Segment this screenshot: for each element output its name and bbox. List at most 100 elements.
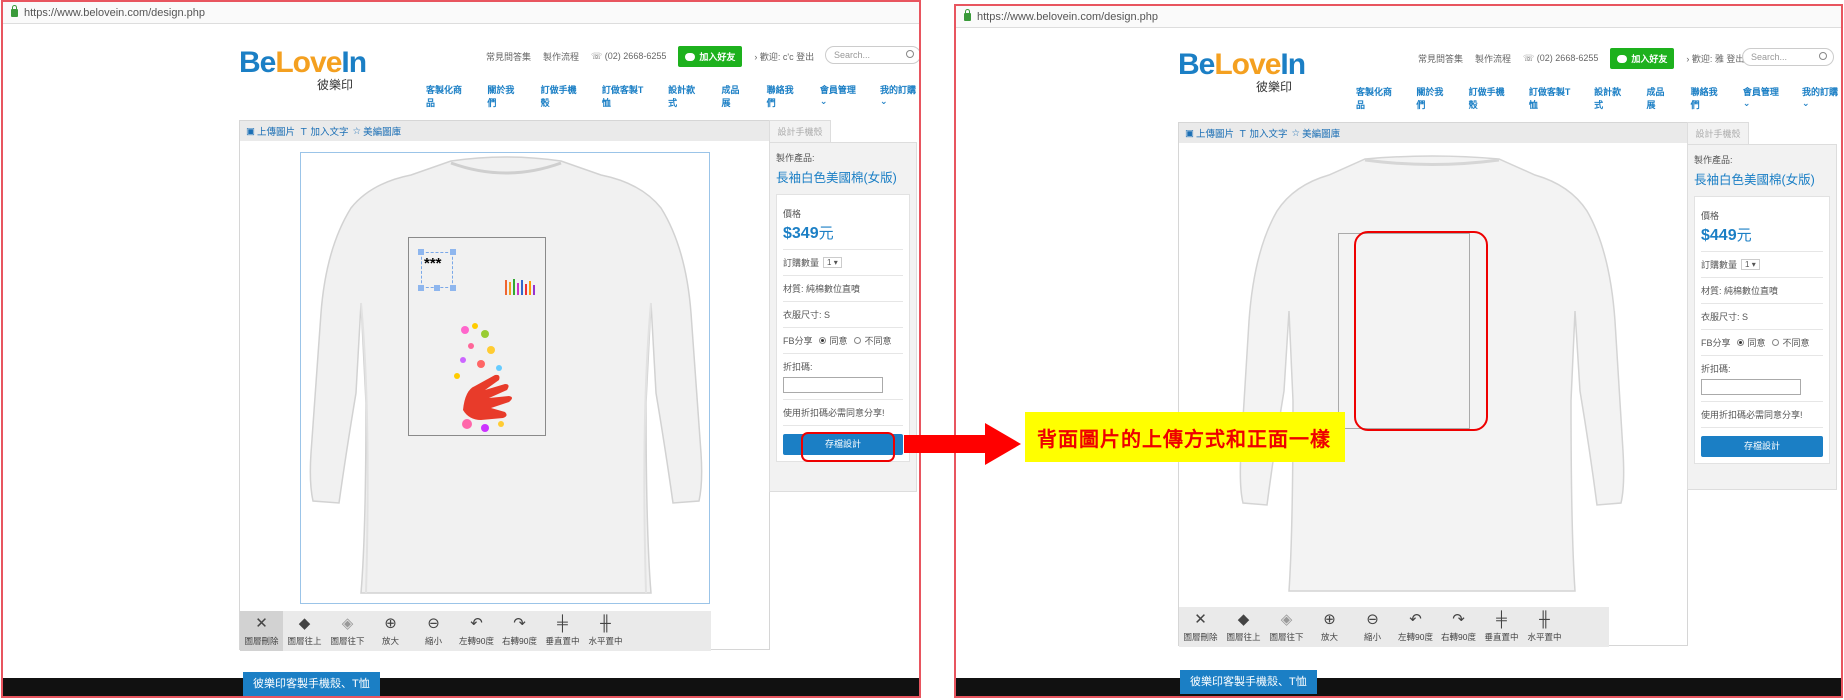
line-add-friend-button[interactable]: 加入好友 xyxy=(1610,48,1675,69)
zoom-in-button[interactable]: ⊕ 放大 xyxy=(369,611,412,651)
quantity-row: 訂購數量 1 ▾ xyxy=(783,250,903,276)
quantity-select[interactable]: 1 ▾ xyxy=(1741,259,1760,270)
fb-agree-radio[interactable] xyxy=(1736,339,1744,346)
close-icon: ✕ xyxy=(255,614,268,632)
vertical-center-button[interactable]: ╪ 垂直置中 xyxy=(1480,607,1523,647)
faq-link[interactable]: 常見問答集 xyxy=(1418,52,1463,65)
address-bar[interactable]: https://www.belovein.com/design.php xyxy=(956,6,1841,28)
highlight-back-print-area xyxy=(1354,231,1488,431)
annotation-arrow-icon xyxy=(985,423,1021,465)
line-icon xyxy=(1617,54,1628,63)
rotate-left-icon: ↶ xyxy=(1409,610,1422,628)
design-canvas[interactable]: *** xyxy=(300,152,710,604)
quantity-row: 訂購數量 1 ▾ xyxy=(1701,252,1823,278)
horizontal-center-button[interactable]: ╫ 水平置中 xyxy=(584,611,627,651)
nav-item[interactable]: 訂做手機殼 xyxy=(1469,85,1509,111)
layer-up-icon: ◆ xyxy=(1237,610,1250,628)
process-link[interactable]: 製作流程 xyxy=(543,50,579,63)
nav-item[interactable]: 聯絡我們 xyxy=(767,83,799,109)
colorful-marks-image xyxy=(505,279,535,295)
fb-share-row: FB分享 同意 不同意 xyxy=(1701,330,1823,356)
add-text-button[interactable]: Ｔ 加入文字 xyxy=(299,124,349,138)
coupon-input[interactable] xyxy=(783,377,883,393)
layer-up-button[interactable]: ◆ 圖層往上 xyxy=(283,611,326,651)
process-link[interactable]: 製作流程 xyxy=(1475,52,1511,65)
nav-item[interactable]: 客製化商品 xyxy=(1356,85,1396,111)
nav-item[interactable]: 關於我們 xyxy=(1416,85,1448,111)
footer-tag[interactable]: 彼樂印客製手機殼、T恤 xyxy=(1180,670,1317,694)
zoom-out-button[interactable]: ⊖ 縮小 xyxy=(412,611,455,651)
image-icon: ▣ xyxy=(1185,127,1194,139)
add-text-button[interactable]: Ｔ 加入文字 xyxy=(1238,126,1288,140)
nav-item[interactable]: 訂做手機殼 xyxy=(541,83,581,109)
footer-tag[interactable]: 彼樂印客製手機殼、T恤 xyxy=(243,672,380,696)
price-value: $449元 xyxy=(1701,227,1752,244)
price-value: $349元 xyxy=(783,225,834,242)
coupon-input[interactable] xyxy=(1701,379,1801,395)
layer-down-button[interactable]: ◈ 圖層往下 xyxy=(1265,607,1308,647)
rotate-right-button[interactable]: ↷ 右轉90度 xyxy=(1437,607,1480,647)
fb-disagree-radio[interactable] xyxy=(1771,339,1779,346)
nav-item[interactable]: 客製化商品 xyxy=(426,83,466,109)
save-design-button[interactable]: 存檔設計 xyxy=(1701,436,1823,457)
layer-down-button[interactable]: ◈ 圖層往下 xyxy=(326,611,369,651)
product-name[interactable]: 長袖白色美國棉(女版) xyxy=(776,167,910,186)
coupon-row: 折扣碼: xyxy=(783,354,903,400)
nav-item[interactable]: 成品展 xyxy=(1646,85,1670,111)
zoom-in-button[interactable]: ⊕ 放大 xyxy=(1308,607,1351,647)
handprint-image xyxy=(454,323,512,432)
fb-share-row: FB分享 同意 不同意 xyxy=(783,328,903,354)
layer-up-button[interactable]: ◆ 圖層往上 xyxy=(1222,607,1265,647)
delete-layer-button[interactable]: ✕ 圖層刪除 xyxy=(240,611,283,651)
clipart-button[interactable]: ☆ 美編圖庫 xyxy=(353,124,402,139)
upload-image-button[interactable]: ▣ 上傳圖片 xyxy=(246,124,295,139)
tab-design-phone-case[interactable]: 設計手機殼 xyxy=(769,120,831,142)
nav-item[interactable]: 訂做客製T恤 xyxy=(602,83,647,109)
tab-design-phone-case[interactable]: 設計手機殼 xyxy=(1687,122,1749,144)
site-logo[interactable]: BeLoveIn xyxy=(1178,50,1306,80)
line-add-friend-button[interactable]: 加入好友 xyxy=(678,46,743,67)
site-logo[interactable]: BeLoveIn xyxy=(239,48,367,78)
nav-item[interactable]: 會員管理⌄ xyxy=(1743,85,1782,111)
selected-text-element[interactable]: *** xyxy=(418,249,456,291)
logo-subtitle: 彼樂印 xyxy=(1256,80,1293,94)
address-bar[interactable]: https://www.belovein.com/design.php xyxy=(3,2,919,24)
rotate-left-button[interactable]: ↶ 左轉90度 xyxy=(1394,607,1437,647)
search-input[interactable]: Search... xyxy=(825,46,919,64)
order-details: 價格 $349元 訂購數量 1 ▾ 材質: 純棉數位直噴 衣服尺寸: S FB分享… xyxy=(776,194,910,462)
fb-agree-radio[interactable] xyxy=(818,337,826,344)
editor-toolbar: ▣ 上傳圖片 Ｔ 加入文字 ☆ 美編圖庫 xyxy=(240,121,769,141)
zoom-out-button[interactable]: ⊖ 縮小 xyxy=(1351,607,1394,647)
design-editor: ▣ 上傳圖片 Ｔ 加入文字 ☆ 美編圖庫 ✕ 圖層刪除 ◆ 圖層往上 ◈ 圖層往下 ⊕ 放大 … xyxy=(1178,122,1688,647)
text-icon: Ｔ xyxy=(1238,129,1248,140)
quantity-select[interactable]: 1 ▾ xyxy=(823,257,842,268)
nav-item[interactable]: 成品展 xyxy=(721,83,745,109)
nav-item[interactable]: 我的訂購⌄ xyxy=(880,83,919,109)
nav-item[interactable]: 訂做客製T恤 xyxy=(1529,85,1574,111)
logout-link[interactable]: 登出 xyxy=(796,52,814,62)
close-icon: ✕ xyxy=(1194,610,1207,628)
horizontal-center-button[interactable]: ╫ 水平置中 xyxy=(1523,607,1566,647)
clipart-button[interactable]: ☆ 美編圖庫 xyxy=(1292,126,1341,141)
vertical-center-button[interactable]: ╪ 垂直置中 xyxy=(541,611,584,651)
nav-item[interactable]: 會員管理⌄ xyxy=(820,83,859,109)
back-design-screenshot: https://www.belovein.com/design.php BeLo… xyxy=(954,4,1843,698)
nav-item[interactable]: 設計款式 xyxy=(668,83,700,109)
nav-item[interactable]: 關於我們 xyxy=(487,83,519,109)
rotate-right-icon: ↷ xyxy=(1452,610,1465,628)
delete-layer-button[interactable]: ✕ 圖層刪除 xyxy=(1179,607,1222,647)
faq-link[interactable]: 常見問答集 xyxy=(486,50,531,63)
rotate-left-button[interactable]: ↶ 左轉90度 xyxy=(455,611,498,651)
nav-item[interactable]: 我的訂購⌄ xyxy=(1802,85,1841,111)
price-row: 價格 $349元 xyxy=(783,201,903,250)
product-name[interactable]: 長袖白色美國棉(女版) xyxy=(1694,169,1830,188)
search-input[interactable]: Search... xyxy=(1742,48,1834,66)
nav-item[interactable]: 設計款式 xyxy=(1594,85,1626,111)
rotate-right-button[interactable]: ↷ 右轉90度 xyxy=(498,611,541,651)
nav-item[interactable]: 聯絡我們 xyxy=(1691,85,1723,111)
upload-image-button[interactable]: ▣ 上傳圖片 xyxy=(1185,126,1234,141)
fb-disagree-radio[interactable] xyxy=(853,337,861,344)
welcome-text: › 歡迎: 雅 登出 xyxy=(1686,54,1745,64)
layer-toolbar: ✕ 圖層刪除 ◆ 圖層往上 ◈ 圖層往下 ⊕ 放大 ⊖ 縮小 ↶ 左轉90度 ↷ 右轉90度 … xyxy=(1179,607,1609,647)
vcenter-icon: ╪ xyxy=(1496,610,1507,628)
